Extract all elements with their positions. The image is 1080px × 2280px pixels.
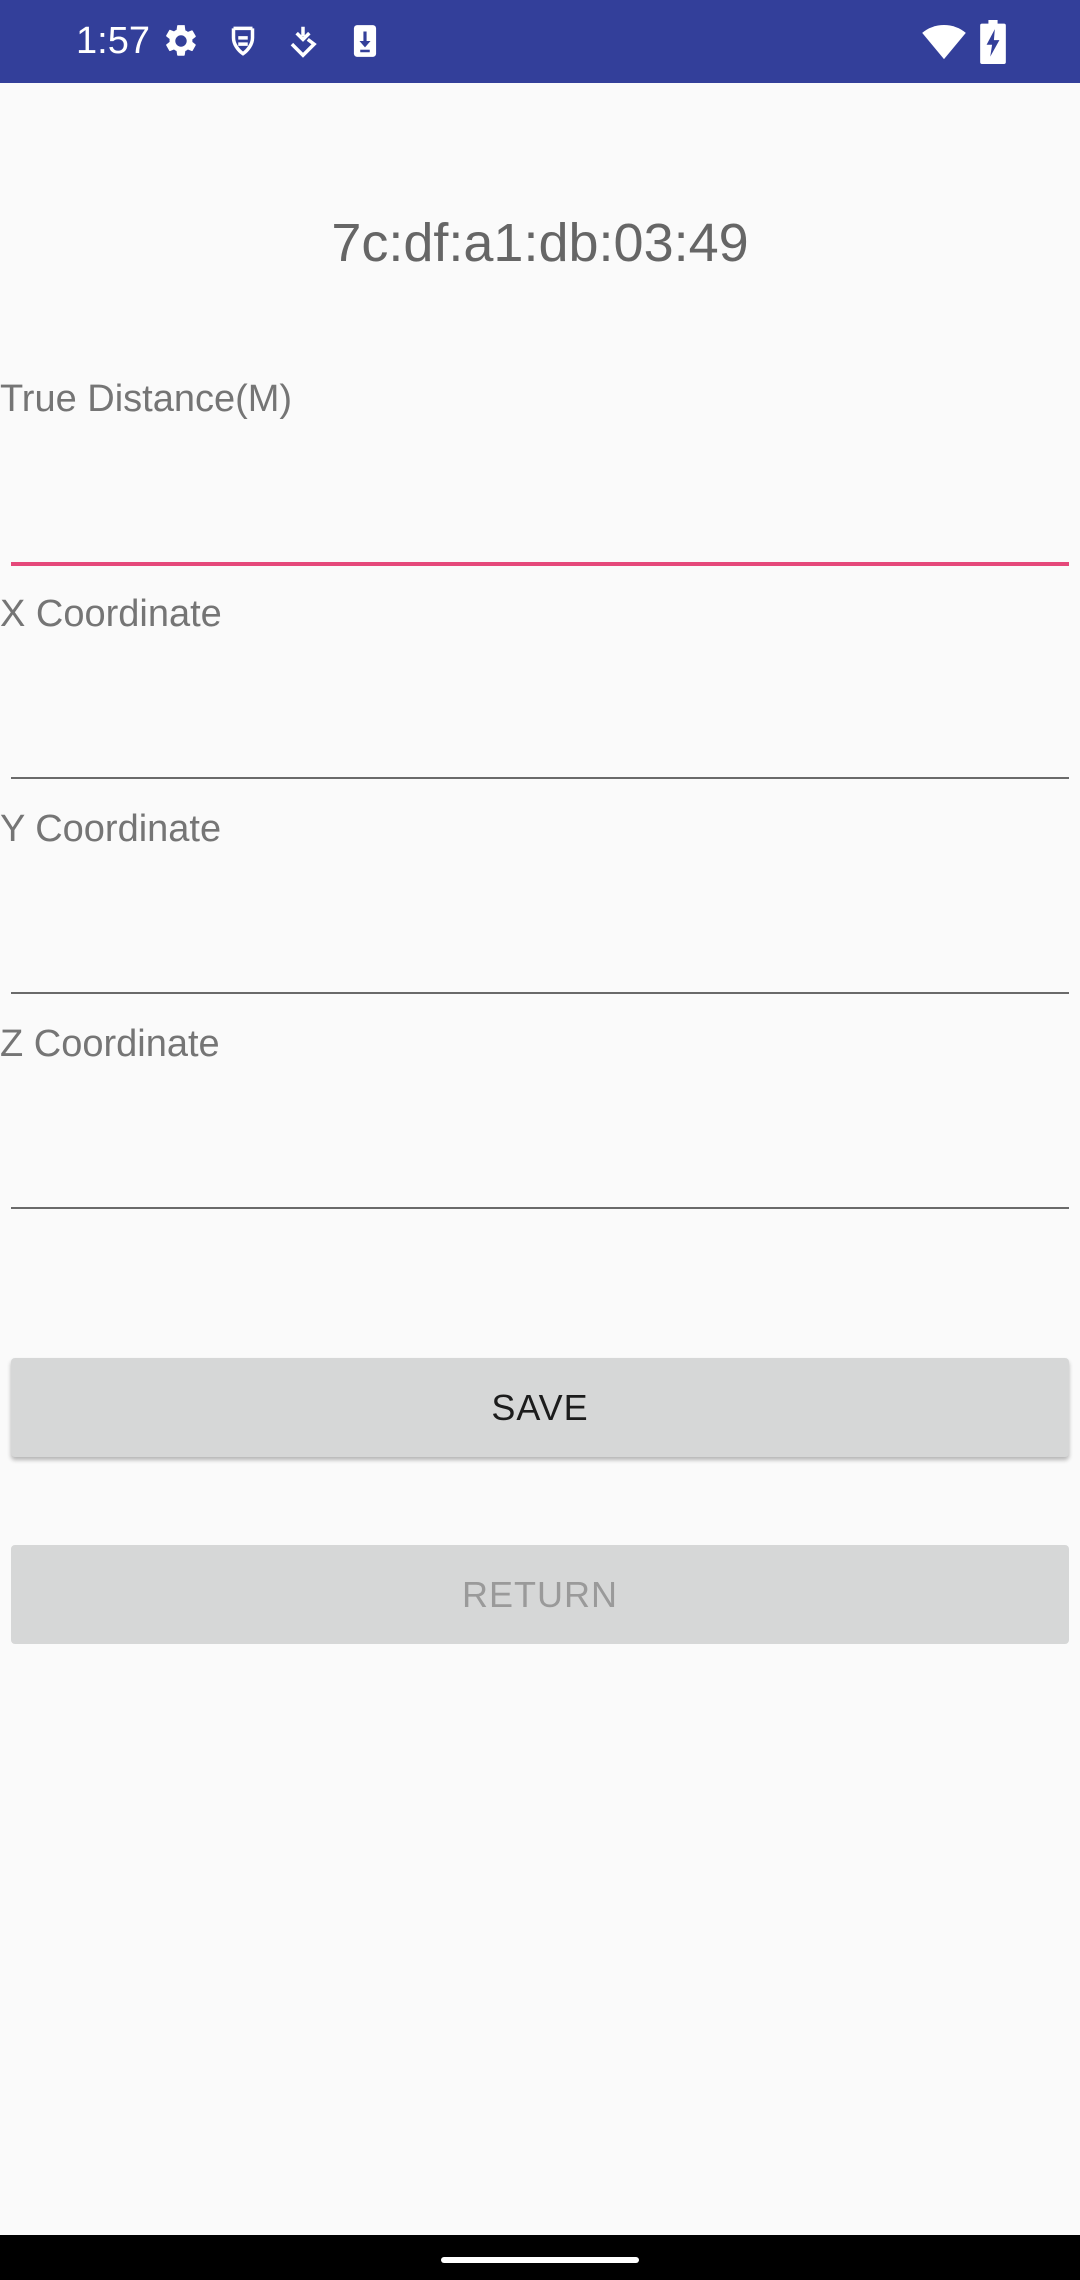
device-update-icon [346, 22, 384, 60]
wifi-icon [922, 21, 966, 61]
settings-icon [162, 22, 200, 60]
true-distance-input[interactable] [11, 490, 1069, 566]
face-id-icon [224, 22, 262, 60]
z-coordinate-input[interactable] [11, 1133, 1069, 1209]
device-address: 7c:df:a1:db:03:49 [331, 213, 749, 273]
save-button[interactable]: SAVE [11, 1358, 1069, 1457]
battery-charging-icon [980, 20, 1006, 64]
status-bar: 1:57 [0, 0, 1080, 83]
y-coordinate-label: Y Coordinate [0, 808, 222, 850]
home-gesture-handle[interactable] [441, 2257, 639, 2263]
return-button[interactable]: RETURN [11, 1545, 1069, 1644]
y-coordinate-input[interactable] [11, 918, 1069, 994]
x-coordinate-input[interactable] [11, 703, 1069, 779]
download-status-icon [284, 22, 322, 60]
status-time: 1:57 [76, 20, 150, 62]
navigation-bar [0, 2235, 1080, 2280]
z-coordinate-label: Z Coordinate [0, 1023, 220, 1065]
x-coordinate-label: X Coordinate [0, 593, 222, 635]
true-distance-label: True Distance(M) [0, 378, 293, 420]
